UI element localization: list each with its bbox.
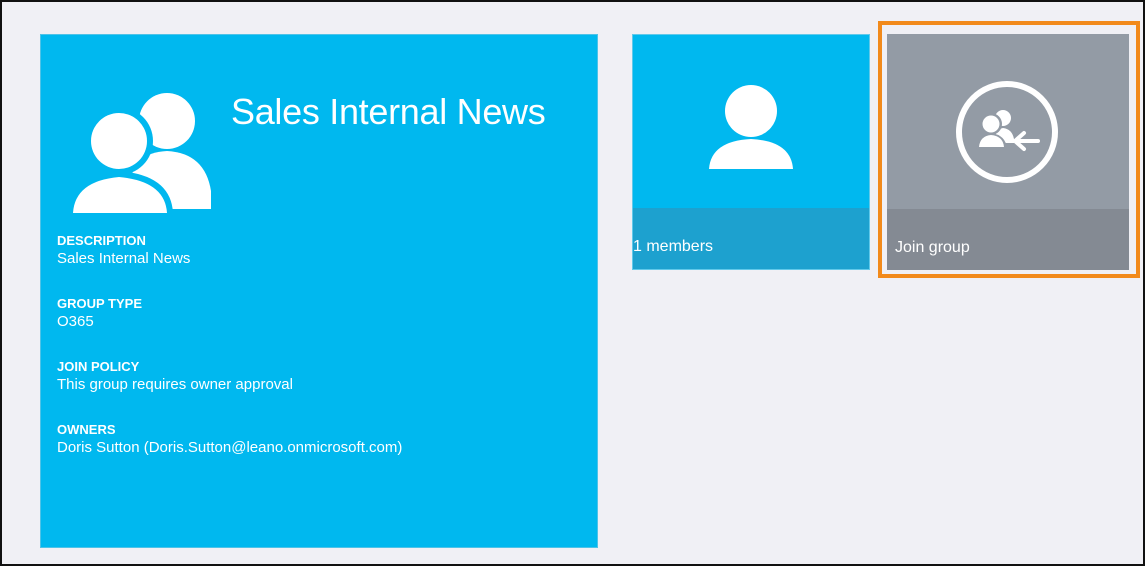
description-value: Sales Internal News	[57, 250, 191, 267]
description-label: DESCRIPTION	[57, 233, 146, 248]
group-people-icon	[67, 93, 211, 213]
members-count-label: 1 members	[633, 238, 714, 255]
group-details: DESCRIPTION Sales Internal News GROUP TY…	[57, 233, 577, 485]
page-frame: Sales Internal News DESCRIPTION Sales In…	[0, 0, 1145, 566]
group-details-tile: Sales Internal News DESCRIPTION Sales In…	[40, 34, 598, 548]
join-group-highlight	[878, 21, 1140, 278]
owners-value: Doris Sutton (Doris.Sutton@leano.onmicro…	[57, 439, 403, 456]
join-policy-value: This group requires owner approval	[57, 376, 293, 393]
owners-field: OWNERS Doris Sutton (Doris.Sutton@leano.…	[57, 422, 577, 457]
group-title: Sales Internal News	[231, 91, 546, 132]
group-type-field: GROUP TYPE O365	[57, 296, 577, 331]
members-tile-footer: 1 members	[633, 208, 869, 269]
join-policy-label: JOIN POLICY	[57, 359, 140, 374]
group-type-value: O365	[57, 313, 94, 330]
group-type-label: GROUP TYPE	[57, 296, 143, 311]
members-tile[interactable]: 1 members	[632, 34, 870, 270]
join-policy-field: JOIN POLICY This group requires owner ap…	[57, 359, 577, 394]
description-field: DESCRIPTION Sales Internal News	[57, 233, 577, 268]
person-icon	[709, 85, 793, 169]
owners-label: OWNERS	[57, 422, 116, 437]
